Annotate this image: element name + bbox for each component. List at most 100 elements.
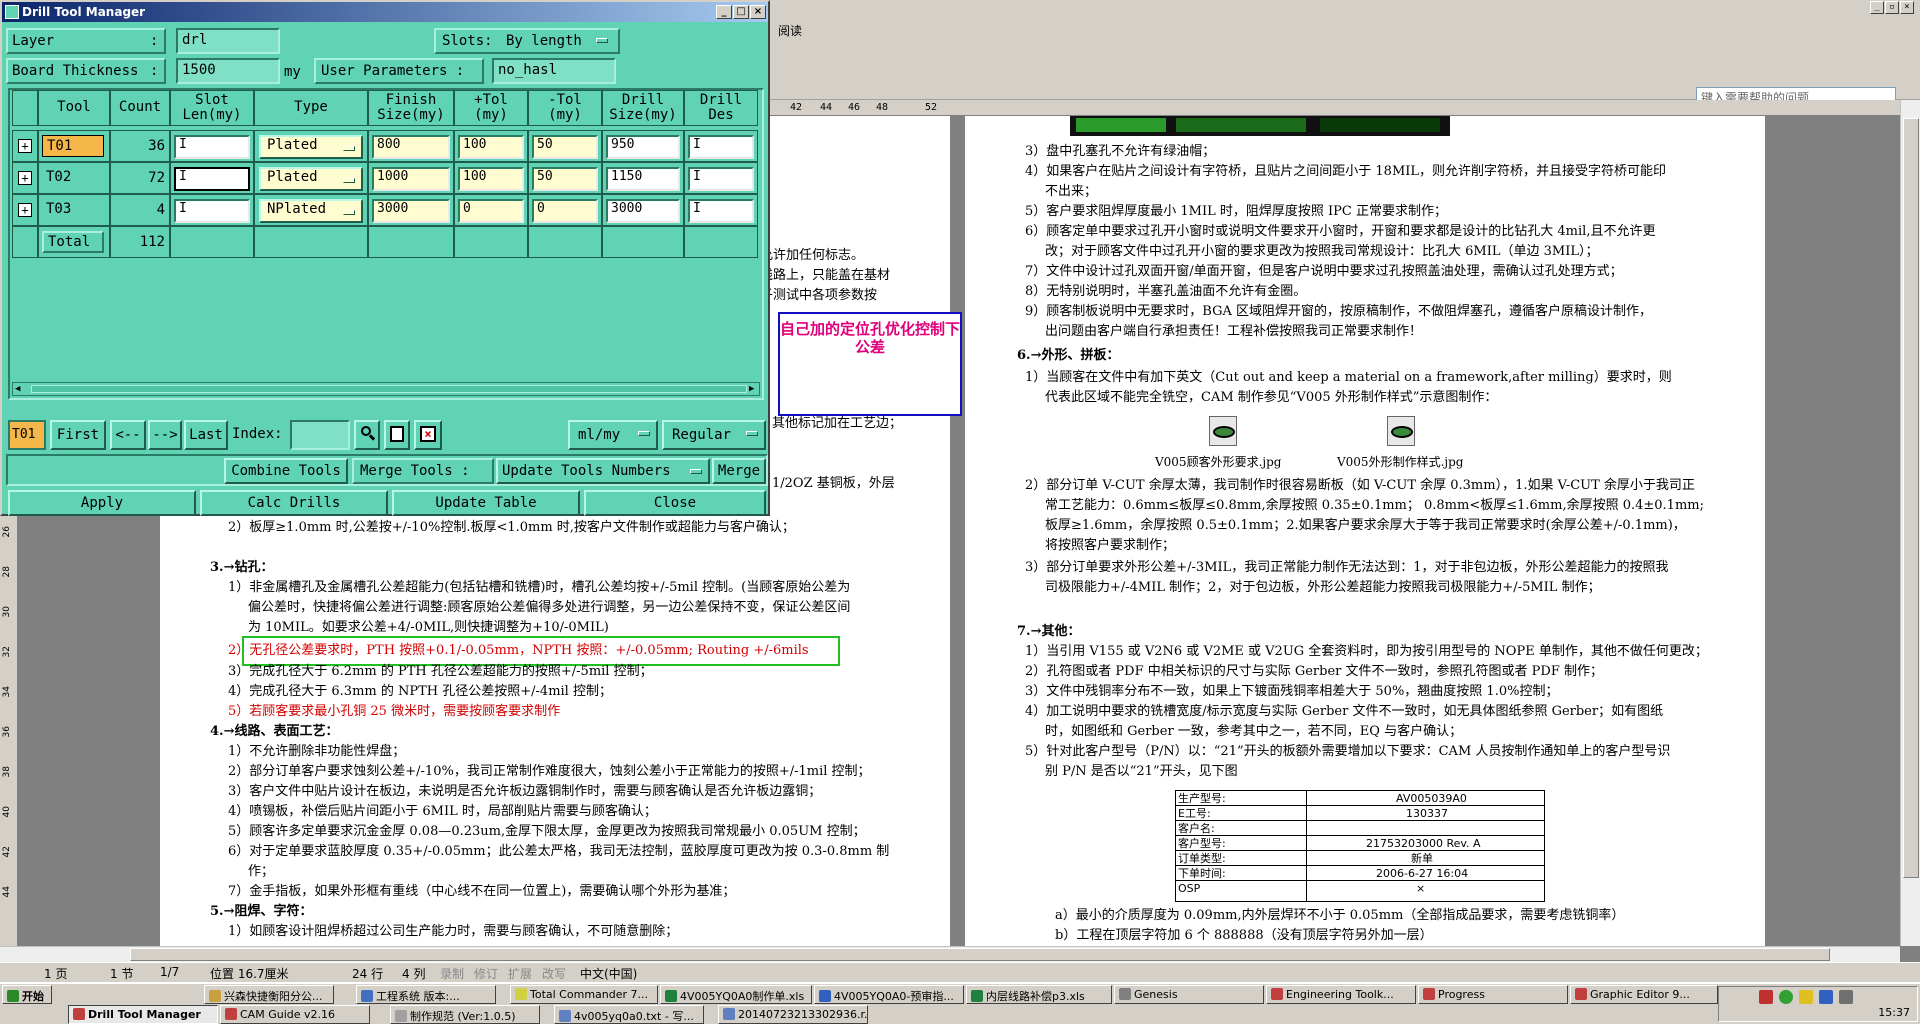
volume-icon[interactable] bbox=[1839, 990, 1853, 1004]
delete-icon[interactable]: × bbox=[414, 420, 442, 450]
tool-id-cell[interactable]: T01 bbox=[42, 135, 104, 157]
taskbar-item[interactable]: 工程系统 版本:... bbox=[356, 985, 496, 1004]
scroll-thumb[interactable] bbox=[130, 948, 1830, 961]
scroll-thumb[interactable] bbox=[31, 385, 747, 393]
slot-len-input[interactable] bbox=[174, 135, 250, 159]
attachment-label[interactable]: V005外形制作样式.jpg bbox=[1337, 452, 1463, 472]
apply-button[interactable]: Apply bbox=[8, 490, 196, 516]
previous-button[interactable]: <-- bbox=[110, 420, 146, 450]
merge-button[interactable]: Merge bbox=[712, 458, 766, 484]
minimize-icon[interactable]: _ bbox=[716, 5, 732, 19]
start-button[interactable]: 开始 bbox=[2, 985, 52, 1004]
scroll-right-icon[interactable]: ▶ bbox=[749, 384, 754, 394]
drill-des-input[interactable] bbox=[688, 135, 754, 159]
slots-control[interactable]: Slots: By length bbox=[434, 28, 620, 54]
taskbar-item[interactable]: 制作规范 (Ver:1.0.5) bbox=[390, 1005, 540, 1024]
plus-tol-input[interactable]: 0 bbox=[458, 199, 524, 223]
minimize-icon[interactable]: _ bbox=[1870, 1, 1884, 14]
combine-tools-button[interactable]: Combine Tools bbox=[224, 458, 348, 484]
finish-size-input[interactable]: 800 bbox=[372, 135, 450, 159]
expand-icon[interactable]: + bbox=[18, 139, 32, 153]
drill-size-input[interactable]: 3000 bbox=[606, 199, 680, 223]
taskbar-item[interactable]: 20140723213302936.r... bbox=[718, 1005, 868, 1024]
close-icon[interactable]: × bbox=[1900, 1, 1914, 14]
image-file-icon[interactable] bbox=[1383, 416, 1419, 450]
slot-len-input[interactable] bbox=[174, 167, 250, 191]
type-select[interactable]: NPlated bbox=[259, 199, 363, 223]
close-icon[interactable]: × bbox=[750, 5, 766, 19]
table-row[interactable]: T03 bbox=[38, 194, 110, 226]
shield-icon[interactable] bbox=[1779, 990, 1793, 1004]
user-parameters-field[interactable]: no_hasl bbox=[492, 58, 616, 84]
drill-des-input[interactable] bbox=[688, 167, 754, 191]
vertical-scrollbar[interactable] bbox=[1900, 100, 1920, 946]
minus-tol-input[interactable]: 0 bbox=[532, 199, 598, 223]
clock[interactable]: 15:37 bbox=[1878, 1006, 1910, 1019]
calc-drills-button[interactable]: Calc Drills bbox=[200, 490, 388, 516]
restore-icon[interactable]: ▫ bbox=[1885, 1, 1899, 14]
status-record[interactable]: 录制 bbox=[440, 965, 464, 982]
minus-tol-input[interactable]: 50 bbox=[532, 135, 598, 159]
taskbar-item[interactable]: Genesis bbox=[1114, 985, 1264, 1004]
drill-size-input[interactable]: 950 bbox=[606, 135, 680, 159]
tool-id-cell[interactable]: T02 bbox=[42, 167, 104, 189]
read-mode-button[interactable]: 阅读 bbox=[778, 22, 802, 39]
tray-icon[interactable] bbox=[1799, 990, 1813, 1004]
taskbar-item[interactable]: CAM Guide v2.16 bbox=[220, 1005, 370, 1024]
attachment-label[interactable]: V005顾客外形要求.jpg bbox=[1155, 452, 1281, 472]
scroll-thumb[interactable] bbox=[1903, 118, 1919, 878]
table-row[interactable]: T01 bbox=[38, 130, 110, 162]
taskbar-item[interactable]: Progress bbox=[1418, 985, 1568, 1004]
update-table-button[interactable]: Update Table bbox=[392, 490, 580, 516]
image-file-icon[interactable] bbox=[1205, 416, 1241, 450]
finish-size-input[interactable]: 3000 bbox=[372, 199, 450, 223]
horizontal-scrollbar[interactable] bbox=[0, 946, 1900, 962]
expand-icon[interactable]: + bbox=[18, 203, 32, 217]
save-icon[interactable] bbox=[384, 420, 410, 450]
network-icon[interactable] bbox=[1819, 990, 1833, 1004]
tool-id-cell[interactable]: T03 bbox=[42, 199, 104, 221]
update-tools-numbers-select[interactable]: Update Tools Numbers bbox=[496, 458, 710, 484]
row-expander[interactable]: + bbox=[12, 130, 38, 162]
next-button[interactable]: --> bbox=[148, 420, 182, 450]
table-row[interactable]: T02 bbox=[38, 162, 110, 194]
taskbar-item[interactable]: 内层线路补偿p3.xls bbox=[966, 985, 1112, 1004]
unit-select[interactable]: ml/my bbox=[568, 420, 658, 450]
taskbar-item[interactable]: Graphic Editor 9... bbox=[1570, 985, 1718, 1004]
status-overwrite[interactable]: 改写 bbox=[542, 965, 566, 982]
status-track[interactable]: 修订 bbox=[474, 965, 498, 982]
taskbar-item[interactable]: 4v005yq0a0.txt - 写... bbox=[554, 1005, 704, 1024]
mode-select[interactable]: Regular bbox=[662, 420, 766, 450]
maximize-icon[interactable]: □ bbox=[733, 5, 749, 19]
drill-des-input[interactable] bbox=[688, 199, 754, 223]
row-expander[interactable]: + bbox=[12, 194, 38, 226]
layer-field[interactable]: drl bbox=[176, 28, 280, 54]
taskbar-item[interactable]: Engineering Toolk... bbox=[1266, 985, 1416, 1004]
taskbar-item[interactable]: 4V005YQ0A0-预审指... bbox=[814, 985, 964, 1004]
table-horizontal-scrollbar[interactable]: ◀ ▶ bbox=[12, 382, 760, 396]
expand-icon[interactable]: + bbox=[18, 171, 32, 185]
type-select[interactable]: Plated bbox=[259, 135, 363, 159]
first-button[interactable]: First bbox=[50, 420, 106, 450]
drill-size-input[interactable]: 1150 bbox=[606, 167, 680, 191]
plus-tol-input[interactable]: 100 bbox=[458, 167, 524, 191]
slots-value[interactable]: By length bbox=[506, 33, 582, 49]
tray-icon[interactable] bbox=[1759, 990, 1773, 1004]
plus-tol-input[interactable]: 100 bbox=[458, 135, 524, 159]
finish-size-input[interactable]: 1000 bbox=[372, 167, 450, 191]
taskbar-item-active[interactable]: Drill Tool Manager bbox=[68, 1005, 218, 1024]
type-select[interactable]: Plated bbox=[259, 167, 363, 191]
last-button[interactable]: Last bbox=[184, 420, 228, 450]
search-icon[interactable] bbox=[354, 420, 380, 450]
minus-tol-input[interactable]: 50 bbox=[532, 167, 598, 191]
index-field[interactable] bbox=[290, 420, 350, 450]
close-button[interactable]: Close bbox=[584, 490, 766, 516]
taskbar-item[interactable]: Total Commander 7... bbox=[510, 985, 658, 1004]
taskbar-item[interactable]: 兴森快捷衡阳分公... bbox=[204, 985, 334, 1004]
slot-len-input[interactable] bbox=[174, 199, 250, 223]
status-extend[interactable]: 扩展 bbox=[508, 965, 532, 982]
taskbar-item[interactable]: 4V005YQ0A0制作单.xls bbox=[660, 985, 812, 1004]
row-expander[interactable]: + bbox=[12, 162, 38, 194]
board-thickness-field[interactable]: 1500 bbox=[176, 58, 280, 84]
scroll-left-icon[interactable]: ◀ bbox=[15, 384, 20, 394]
